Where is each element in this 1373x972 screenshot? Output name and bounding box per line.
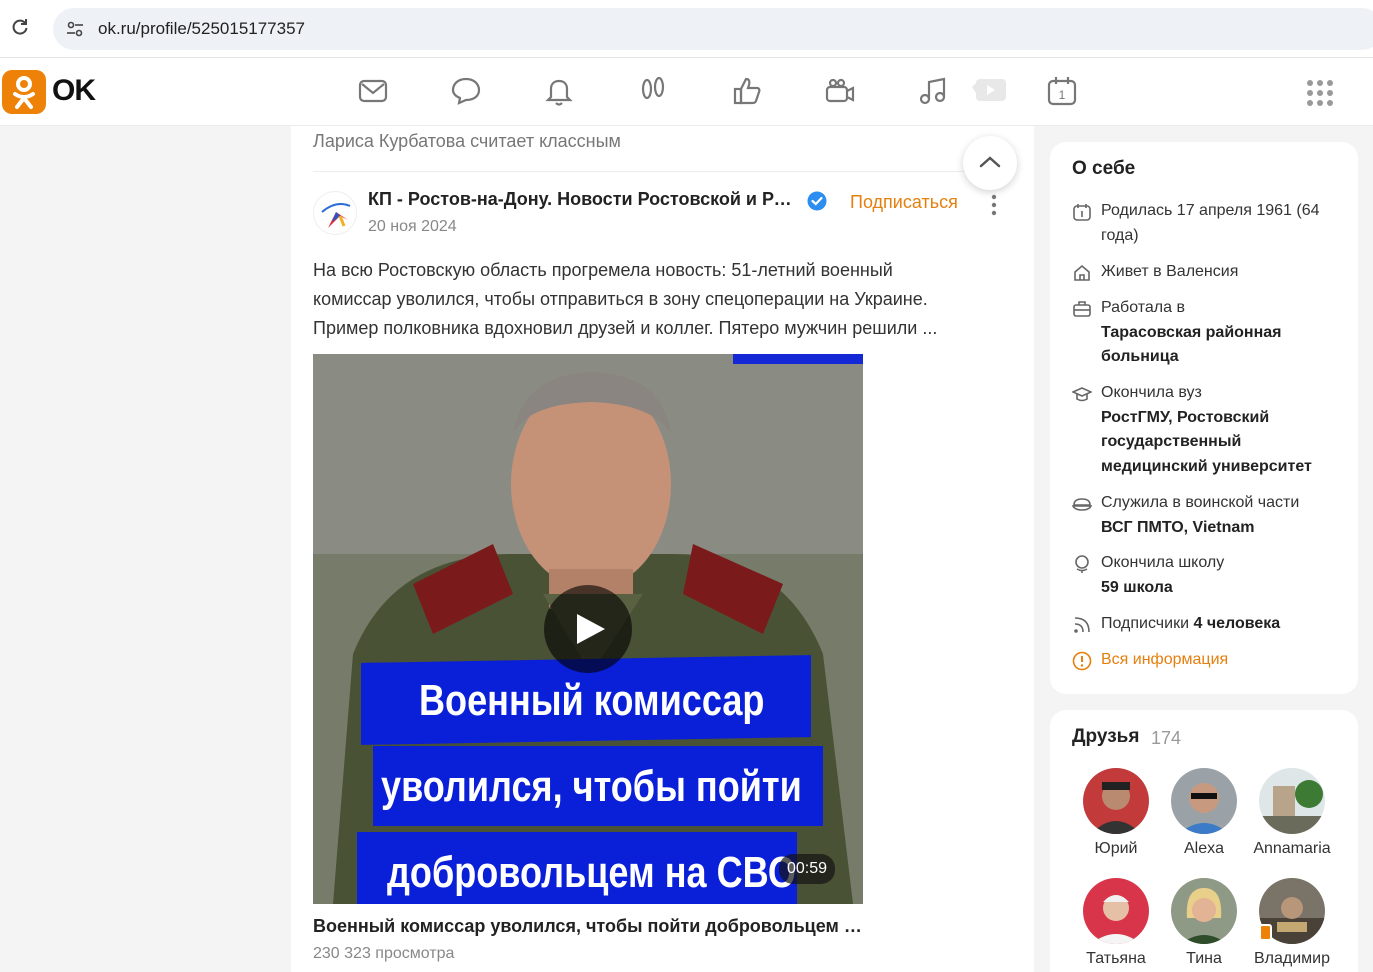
friend-item[interactable]: Юрий — [1076, 768, 1156, 858]
friend-name[interactable]: Владимир — [1252, 950, 1332, 968]
ok-logo-icon[interactable] — [2, 70, 46, 114]
calendar-icon — [1073, 204, 1091, 221]
post-text[interactable]: На всю Ростовскую область прогремела нов… — [313, 256, 1013, 343]
post-text-line: Пример полковника вдохновил друзей и кол… — [313, 318, 938, 338]
home-icon — [1074, 264, 1090, 281]
about-born: Родилась 17 апреля 1961 (64 года) — [1072, 199, 1342, 248]
video-icon[interactable] — [972, 75, 1006, 107]
ok-badge-icon — [1259, 924, 1272, 941]
video-player[interactable]: Военный комиссар уволился, чтобы пойти д… — [313, 354, 863, 904]
post-date: 20 ноя 2024 — [368, 218, 457, 235]
friend-avatar[interactable] — [1259, 768, 1325, 834]
about-uni-name[interactable]: РостГМУ, Ростовский государственный меди… — [1101, 409, 1312, 475]
discussions-icon[interactable] — [450, 75, 482, 107]
more-options-icon[interactable] — [986, 194, 1002, 216]
reload-icon[interactable] — [10, 17, 30, 37]
about-subs-count[interactable]: 4 человека — [1193, 615, 1280, 632]
about-subscribers[interactable]: Подписчики 4 человека — [1072, 612, 1342, 637]
about-lives-text[interactable]: Живет в Валенсия — [1101, 260, 1342, 285]
play-icon — [577, 614, 605, 644]
calendar-day: 1 — [1059, 88, 1066, 102]
friend-avatar[interactable] — [1171, 878, 1237, 944]
site-header: OK 1 — [0, 58, 1373, 126]
friends-title[interactable]: Друзья — [1072, 726, 1139, 748]
calendar-icon[interactable]: 1 — [1046, 75, 1078, 107]
url-text[interactable]: ok.ru/profile/525015177357 — [98, 19, 305, 39]
notifications-icon[interactable] — [543, 75, 575, 107]
about-born-text: Родилась 17 апреля 1961 (64 года) — [1101, 202, 1320, 244]
friend-item[interactable]: Alexa — [1164, 768, 1244, 858]
play-button[interactable] — [544, 585, 632, 673]
divider — [313, 171, 1013, 172]
globe-icon — [1075, 555, 1089, 573]
about-school: Окончила школу 59 школа — [1072, 551, 1342, 600]
friend-name[interactable]: Татьяна — [1076, 950, 1156, 968]
site-settings-icon[interactable] — [65, 19, 85, 39]
address-bar[interactable]: ok.ru/profile/525015177357 — [53, 8, 1373, 50]
friend-avatar[interactable] — [1171, 768, 1237, 834]
chevron-up-icon — [979, 156, 1001, 168]
video-caption-line: добровольцем на СВО — [387, 848, 796, 897]
rss-icon — [1074, 617, 1090, 633]
about-army-label: Служила в воинской части — [1101, 494, 1300, 511]
about-lives: Живет в Валенсия — [1072, 260, 1342, 285]
friend-avatar[interactable] — [1083, 878, 1149, 944]
friend-item[interactable]: Татьяна — [1076, 878, 1156, 968]
friends-card: Друзья 174 Юрий Alexa Annamaria Татьяна … — [1050, 710, 1358, 972]
scroll-up-button[interactable] — [963, 136, 1017, 190]
verified-icon — [807, 191, 827, 211]
feed-post-card: Лариса Курбатова считает классным КП - Р… — [291, 126, 1034, 972]
about-work-place[interactable]: Тарасовская районная больница — [1101, 324, 1281, 366]
subscribe-button[interactable]: Подписаться — [850, 192, 958, 213]
video-duration: 00:59 — [779, 854, 836, 884]
about-army-unit[interactable]: ВСГ ПМТО, Vietnam — [1101, 519, 1255, 536]
friend-name[interactable]: Alexa — [1164, 840, 1244, 858]
browser-toolbar: ok.ru/profile/525015177357 — [0, 0, 1373, 58]
video-caption-line: Военный комиссар — [419, 676, 765, 725]
about-uni-label: Окончила вуз — [1101, 384, 1202, 401]
group-name-link[interactable]: КП - Ростов-на-Дону. Новости Ростовской … — [368, 189, 796, 210]
about-school-label: Окончила школу — [1101, 554, 1225, 571]
likes-icon[interactable] — [731, 75, 763, 107]
liked-by-text[interactable]: Лариса Курбатова считает классным — [313, 131, 621, 152]
friend-item[interactable]: Владимир — [1252, 878, 1332, 968]
briefcase-icon — [1073, 301, 1091, 317]
logo-text[interactable]: OK — [52, 74, 96, 108]
about-work: Работала в Тарасовская районная больница — [1072, 296, 1342, 370]
friend-avatar[interactable] — [1083, 768, 1149, 834]
all-info-link[interactable]: Вся информация — [1072, 648, 1342, 673]
about-school-name[interactable]: 59 школа — [1101, 579, 1173, 596]
all-info-text[interactable]: Вся информация — [1101, 648, 1342, 673]
post-text-line: комиссар уволился, чтобы отправиться в з… — [313, 289, 928, 309]
friend-name[interactable]: Annamaria — [1252, 840, 1332, 858]
about-subs-label: Подписчики — [1101, 615, 1190, 632]
about-army: Служила в воинской части ВСГ ПМТО, Vietna… — [1072, 491, 1342, 540]
video-views: 230 323 просмотра — [313, 945, 455, 962]
music-icon[interactable] — [917, 75, 949, 107]
video-title-link[interactable]: Военный комиссар уволился, чтобы пойти д… — [313, 916, 863, 937]
friend-name[interactable]: Тина — [1164, 950, 1244, 968]
video-caption-line: уволился, чтобы пойти — [381, 762, 802, 811]
about-card: О себе Родилась 17 апреля 1961 (64 года)… — [1050, 142, 1358, 694]
friend-item[interactable]: Annamaria — [1252, 768, 1332, 858]
friend-item[interactable]: Тина — [1164, 878, 1244, 968]
military-cap-icon — [1072, 498, 1092, 511]
apps-grid-icon[interactable] — [1306, 79, 1334, 107]
about-title: О себе — [1072, 158, 1136, 179]
mail-icon[interactable] — [357, 75, 389, 107]
guests-icon[interactable] — [637, 75, 669, 107]
info-icon — [1072, 651, 1092, 671]
friends-icon[interactable] — [824, 75, 856, 107]
friend-name[interactable]: Юрий — [1076, 840, 1156, 858]
post-text-line: На всю Ростовскую область прогремела нов… — [313, 260, 893, 280]
friends-count[interactable]: 174 — [1151, 728, 1181, 749]
about-work-label: Работала в — [1101, 299, 1185, 316]
group-avatar[interactable] — [313, 191, 357, 235]
graduation-cap-icon — [1072, 387, 1092, 402]
about-university: Окончила вуз РостГМУ, Ростовский государс… — [1072, 381, 1342, 479]
